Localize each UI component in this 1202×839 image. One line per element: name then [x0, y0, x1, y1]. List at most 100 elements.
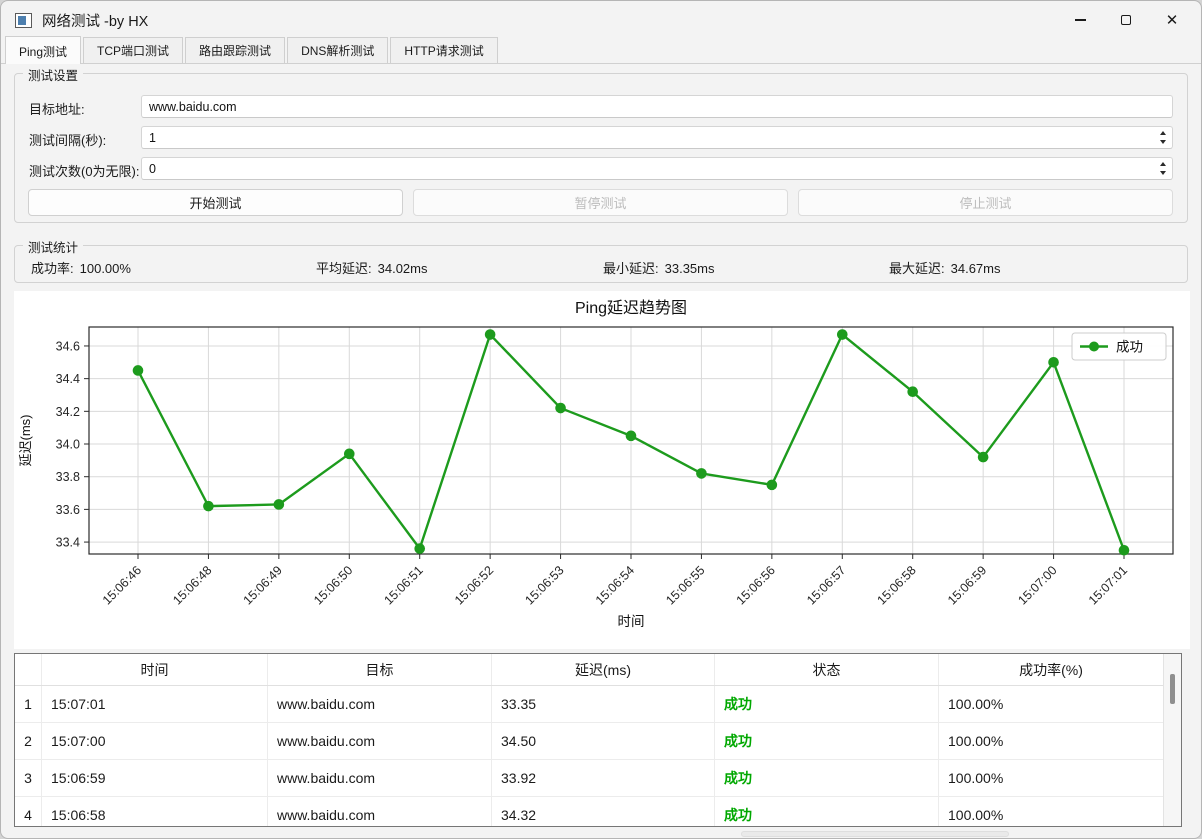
svg-text:34.0: 34.0 — [56, 438, 80, 452]
tab-dns-test[interactable]: DNS解析测试 — [287, 37, 389, 63]
start-test-button[interactable]: 开始测试 — [28, 189, 403, 216]
window-controls: ✕ — [1057, 1, 1195, 39]
row-number: 3 — [15, 760, 42, 796]
spin-up-icon[interactable] — [1155, 128, 1171, 138]
interval-spinner — [1155, 128, 1171, 147]
spin-down-icon[interactable] — [1155, 168, 1171, 178]
settings-group-title: 测试设置 — [23, 65, 84, 84]
tab-ping-test[interactable]: Ping测试 — [5, 36, 82, 64]
svg-text:15:06:51: 15:06:51 — [382, 563, 426, 607]
close-button[interactable]: ✕ — [1149, 1, 1195, 39]
cell-status: 成功 — [715, 797, 939, 826]
results-table-grid: 时间 目标 延迟(ms) 状态 成功率(%) 1 15:07:01 www.ba… — [15, 654, 1163, 826]
svg-text:15:06:56: 15:06:56 — [734, 563, 778, 607]
cell-rate: 100.00% — [948, 733, 1004, 749]
minimize-button[interactable] — [1057, 1, 1103, 39]
interval-input[interactable] — [141, 126, 1173, 149]
svg-text:15:06:59: 15:06:59 — [945, 563, 989, 607]
svg-text:34.2: 34.2 — [56, 405, 80, 419]
cell-latency: 34.32 — [492, 797, 715, 826]
count-input[interactable] — [141, 157, 1173, 180]
cell-status: 成功 — [715, 723, 939, 759]
cell-time: 15:06:59 — [42, 760, 268, 796]
results-table: 时间 目标 延迟(ms) 状态 成功率(%) 1 15:07:01 www.ba… — [14, 653, 1182, 827]
horizontal-scrollbar-thumb[interactable] — [741, 831, 1009, 837]
app-window: 网络测试 -by HX ✕ Ping测试 TCP端口测试 路由跟踪测试 DNS解… — [0, 0, 1202, 839]
window-title: 网络测试 -by HX — [42, 13, 149, 30]
interval-label: 测试间隔(秒): — [29, 133, 107, 148]
col-header-time: 时间 — [42, 654, 268, 685]
cell-time: 15:06:58 — [42, 797, 268, 826]
svg-text:34.4: 34.4 — [56, 372, 80, 386]
cell-rate: 100.00% — [948, 696, 1004, 712]
maximize-button[interactable] — [1103, 1, 1149, 39]
tab-http-test[interactable]: HTTP请求测试 — [390, 37, 498, 63]
cell-rate: 100.00% — [948, 770, 1004, 786]
cell-latency: 34.50 — [492, 723, 715, 759]
svg-text:15:06:52: 15:06:52 — [452, 563, 496, 607]
interval-field — [141, 126, 1173, 149]
row-number: 4 — [15, 797, 42, 826]
table-header-row: 时间 目标 延迟(ms) 状态 成功率(%) — [15, 654, 1163, 686]
count-label: 测试次数(0为无限): — [29, 164, 140, 179]
stop-test-button[interactable]: 停止测试 — [798, 189, 1173, 216]
count-field — [141, 157, 1173, 180]
cell-time: 15:07:01 — [42, 686, 268, 722]
table-row[interactable]: 1 15:07:01 www.baidu.com 33.35 成功 100.00… — [15, 686, 1163, 723]
svg-text:33.6: 33.6 — [56, 503, 80, 517]
col-header-target: 目标 — [268, 654, 492, 685]
title-bar: 网络测试 -by HX ✕ — [1, 1, 1201, 39]
svg-text:15:06:49: 15:06:49 — [241, 563, 285, 607]
cell-target: www.baidu.com — [268, 760, 492, 796]
count-spinner — [1155, 159, 1171, 178]
svg-text:33.4: 33.4 — [56, 536, 80, 550]
col-header-status: 状态 — [715, 654, 939, 685]
cell-target: www.baidu.com — [268, 723, 492, 759]
svg-text:33.8: 33.8 — [56, 470, 80, 484]
cell-status: 成功 — [715, 686, 939, 722]
avg-latency-stat: 平均延迟: 34.02ms — [316, 261, 428, 276]
svg-text:15:06:53: 15:06:53 — [522, 563, 566, 607]
table-row[interactable]: 4 15:06:58 www.baidu.com 34.32 成功 100.00… — [15, 797, 1163, 826]
table-row[interactable]: 3 15:06:59 www.baidu.com 33.92 成功 100.00… — [15, 760, 1163, 797]
max-latency-stat: 最大延迟: 34.67ms — [889, 261, 1001, 276]
success-rate-stat: 成功率: 100.00% — [31, 261, 131, 276]
svg-text:成功: 成功 — [1116, 340, 1143, 355]
svg-text:15:06:54: 15:06:54 — [593, 563, 637, 607]
pause-test-button[interactable]: 暂停测试 — [413, 189, 788, 216]
svg-text:15:06:57: 15:06:57 — [804, 563, 848, 607]
cell-target: www.baidu.com — [268, 797, 492, 826]
row-number-header — [15, 654, 42, 685]
stats-groupbox: 测试统计 — [14, 237, 1188, 283]
svg-text:15:06:58: 15:06:58 — [875, 563, 919, 607]
scrollbar-thumb[interactable] — [1170, 674, 1175, 704]
table-row[interactable]: 2 15:07:00 www.baidu.com 34.50 成功 100.00… — [15, 723, 1163, 760]
min-latency-stat: 最小延迟: 33.35ms — [603, 261, 715, 276]
svg-text:15:06:48: 15:06:48 — [170, 563, 214, 607]
ping-chart-svg: 33.4 33.6 33.8 34.0 34.2 34.4 34.6 15:06:46 15:0… — [18, 299, 1174, 629]
tab-traceroute-test[interactable]: 路由跟踪测试 — [185, 37, 286, 63]
svg-text:15:07:00: 15:07:00 — [1015, 563, 1059, 607]
svg-text:15:06:55: 15:06:55 — [663, 563, 707, 607]
close-icon: ✕ — [1165, 11, 1179, 29]
cell-latency: 33.35 — [492, 686, 715, 722]
cell-time: 15:07:00 — [42, 723, 268, 759]
cell-status: 成功 — [715, 760, 939, 796]
tab-bar: Ping测试 TCP端口测试 路由跟踪测试 DNS解析测试 HTTP请求测试 — [1, 36, 1201, 64]
col-header-latency: 延迟(ms) — [492, 654, 715, 685]
target-address-input[interactable] — [141, 95, 1173, 118]
tab-tcp-port-test[interactable]: TCP端口测试 — [83, 37, 184, 63]
svg-text:15:06:46: 15:06:46 — [100, 563, 144, 607]
svg-text:延迟(ms): 延迟(ms) — [18, 415, 33, 467]
app-icon — [15, 12, 32, 28]
svg-text:15:06:50: 15:06:50 — [311, 563, 355, 607]
cell-rate: 100.00% — [948, 807, 1004, 823]
target-address-label: 目标地址: — [29, 102, 85, 117]
svg-text:Ping延迟趋势图: Ping延迟趋势图 — [575, 299, 687, 317]
svg-text:15:07:01: 15:07:01 — [1086, 563, 1130, 607]
spin-down-icon[interactable] — [1155, 137, 1171, 147]
table-vertical-scrollbar[interactable] — [1163, 654, 1181, 826]
row-number: 2 — [15, 723, 42, 759]
spin-up-icon[interactable] — [1155, 159, 1171, 169]
ping-chart: 33.4 33.6 33.8 34.0 34.2 34.4 34.6 15:06:46 15:0… — [14, 291, 1190, 649]
